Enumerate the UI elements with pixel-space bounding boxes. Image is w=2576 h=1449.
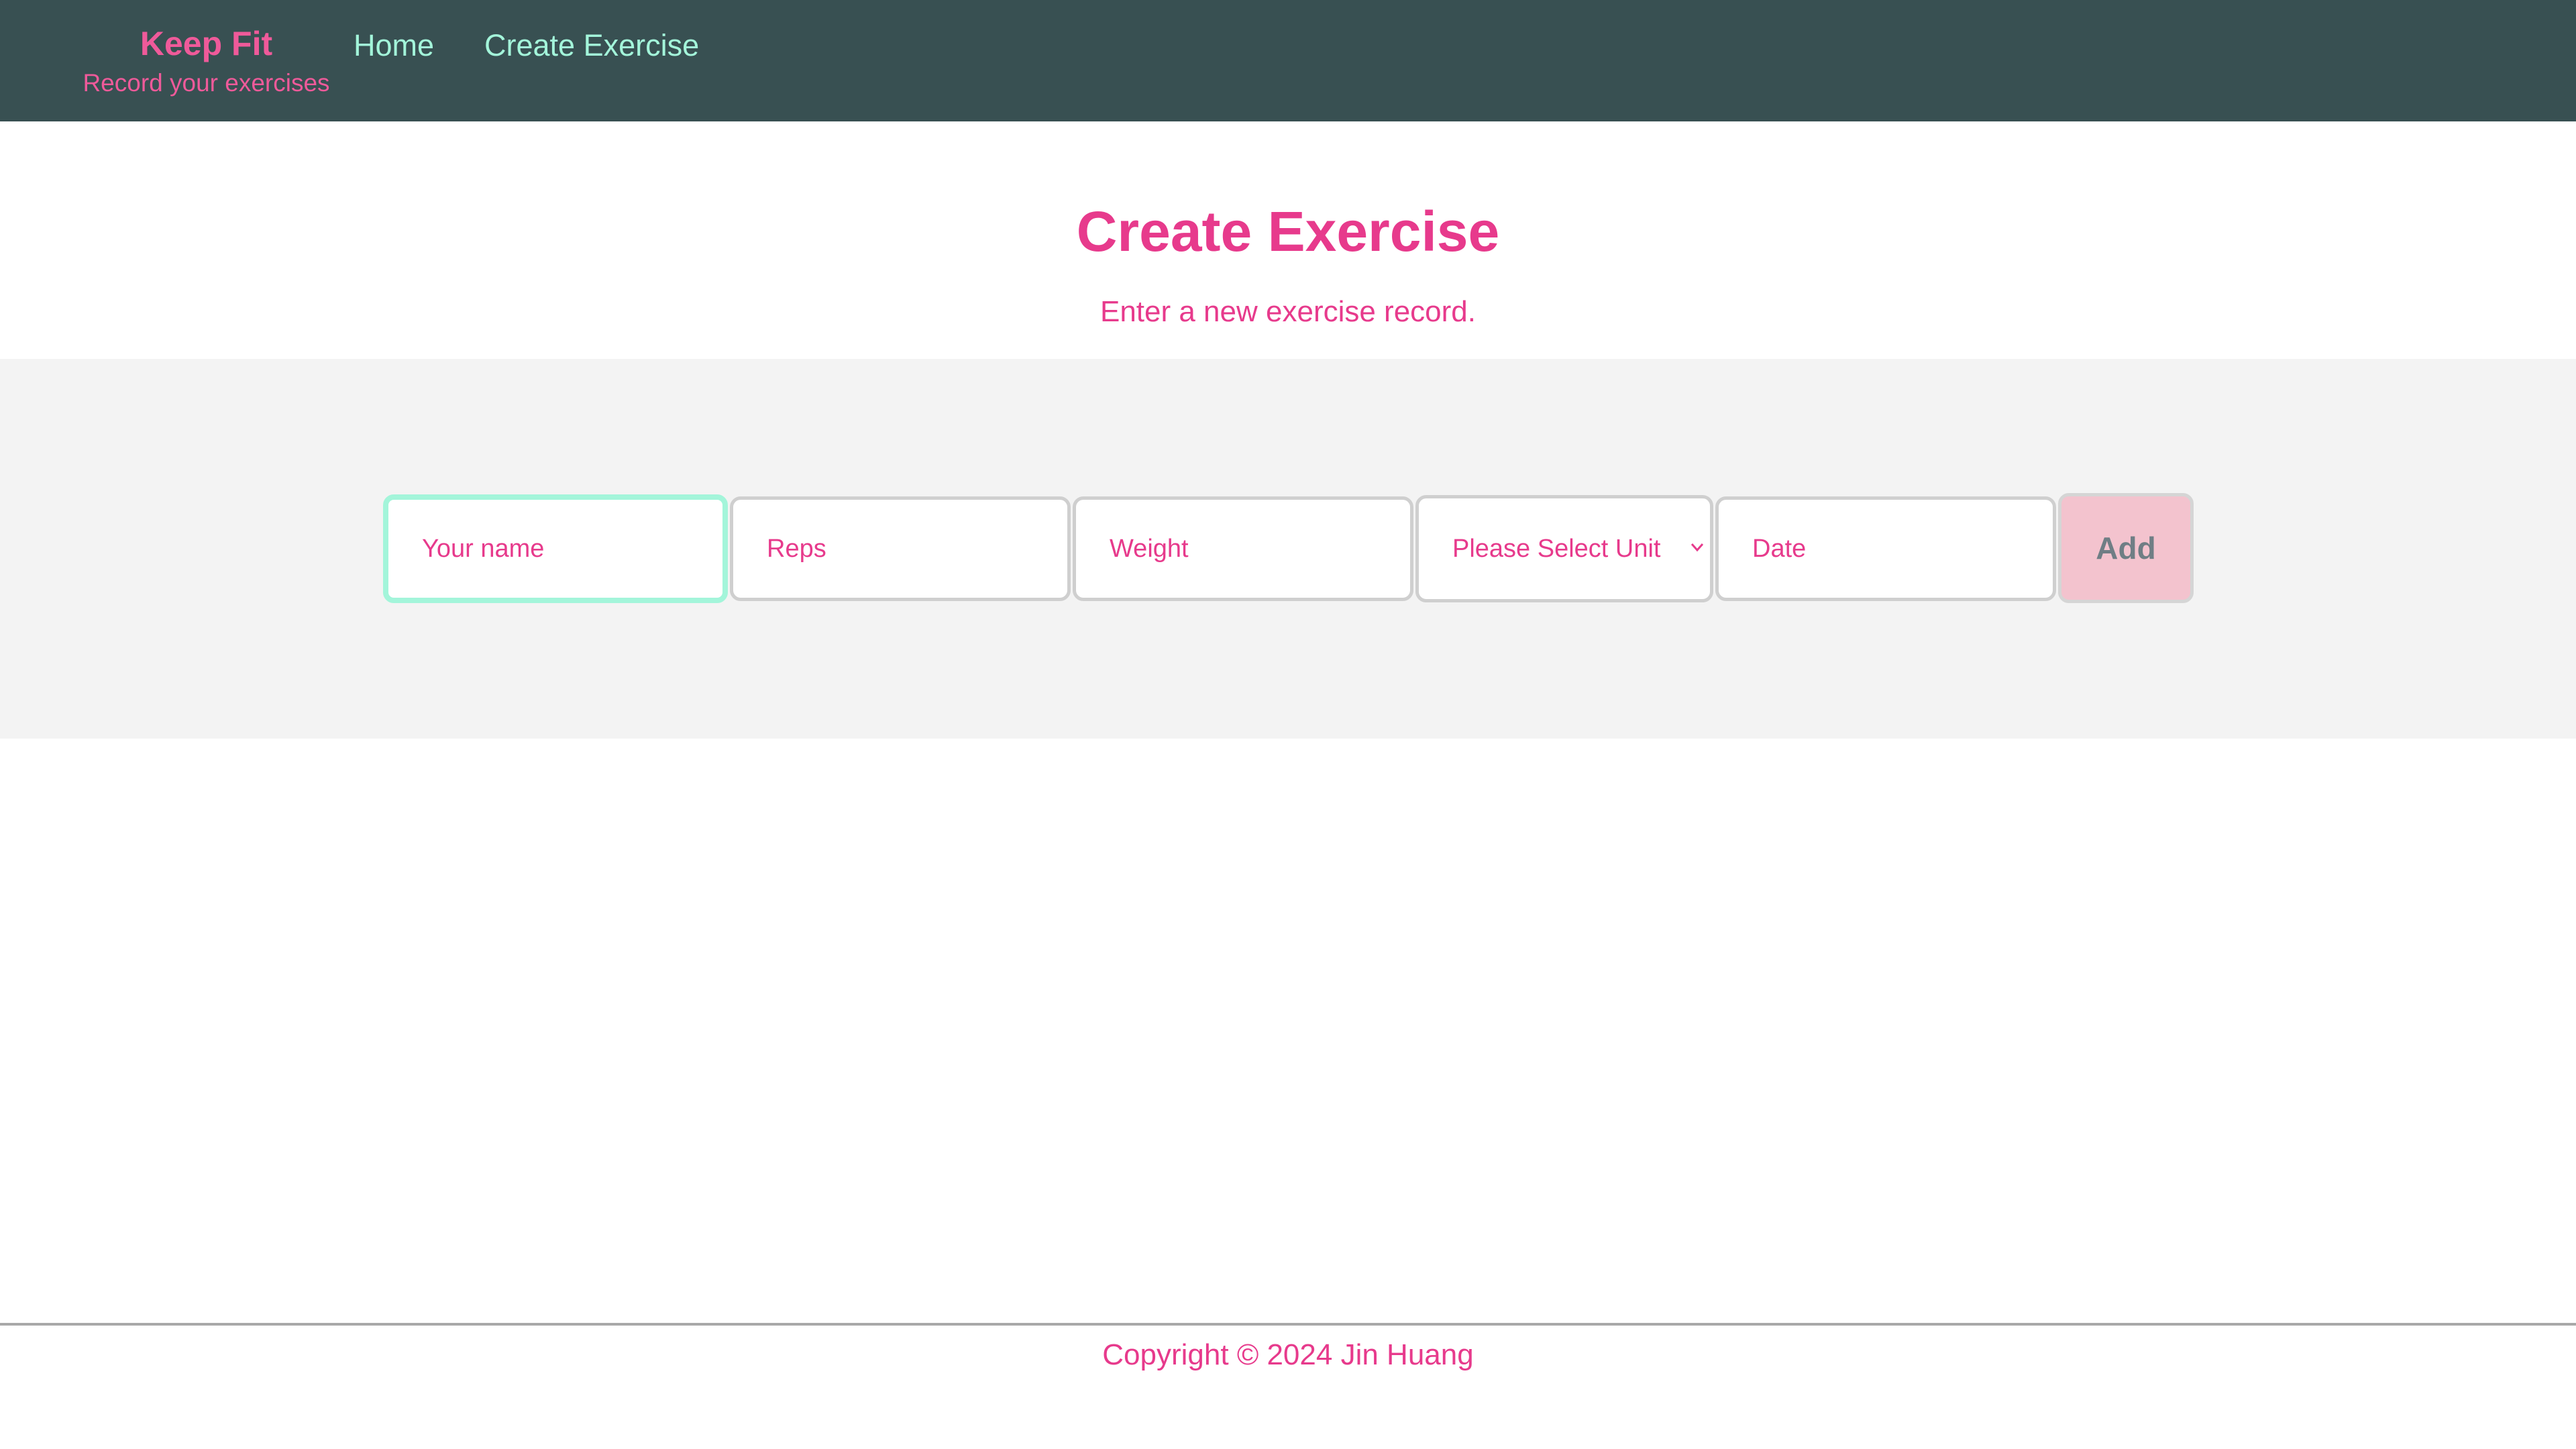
reps-input[interactable]	[730, 496, 1071, 601]
brand[interactable]: Keep Fit Record your exercises	[80, 20, 332, 99]
unit-select[interactable]: Please Select Unit	[1415, 495, 1713, 602]
date-input[interactable]	[1715, 496, 2056, 601]
brand-subtitle: Record your exercises	[83, 69, 330, 97]
nav-home-link[interactable]: Home	[354, 25, 434, 66]
footer-divider	[0, 1323, 2576, 1326]
navbar: Keep Fit Record your exercises Home Crea…	[0, 0, 2576, 121]
page-subtitle: Enter a new exercise record.	[1099, 295, 1477, 328]
page-title: Create Exercise	[1076, 200, 1500, 263]
add-button[interactable]: Add	[2058, 493, 2194, 603]
name-input[interactable]	[383, 494, 728, 603]
footer-copyright: Copyright © 2024 Jin Huang	[1102, 1338, 1474, 1371]
weight-input[interactable]	[1073, 496, 1413, 601]
brand-title: Keep Fit	[140, 25, 273, 62]
nav-create-exercise-link[interactable]: Create Exercise	[484, 25, 699, 66]
